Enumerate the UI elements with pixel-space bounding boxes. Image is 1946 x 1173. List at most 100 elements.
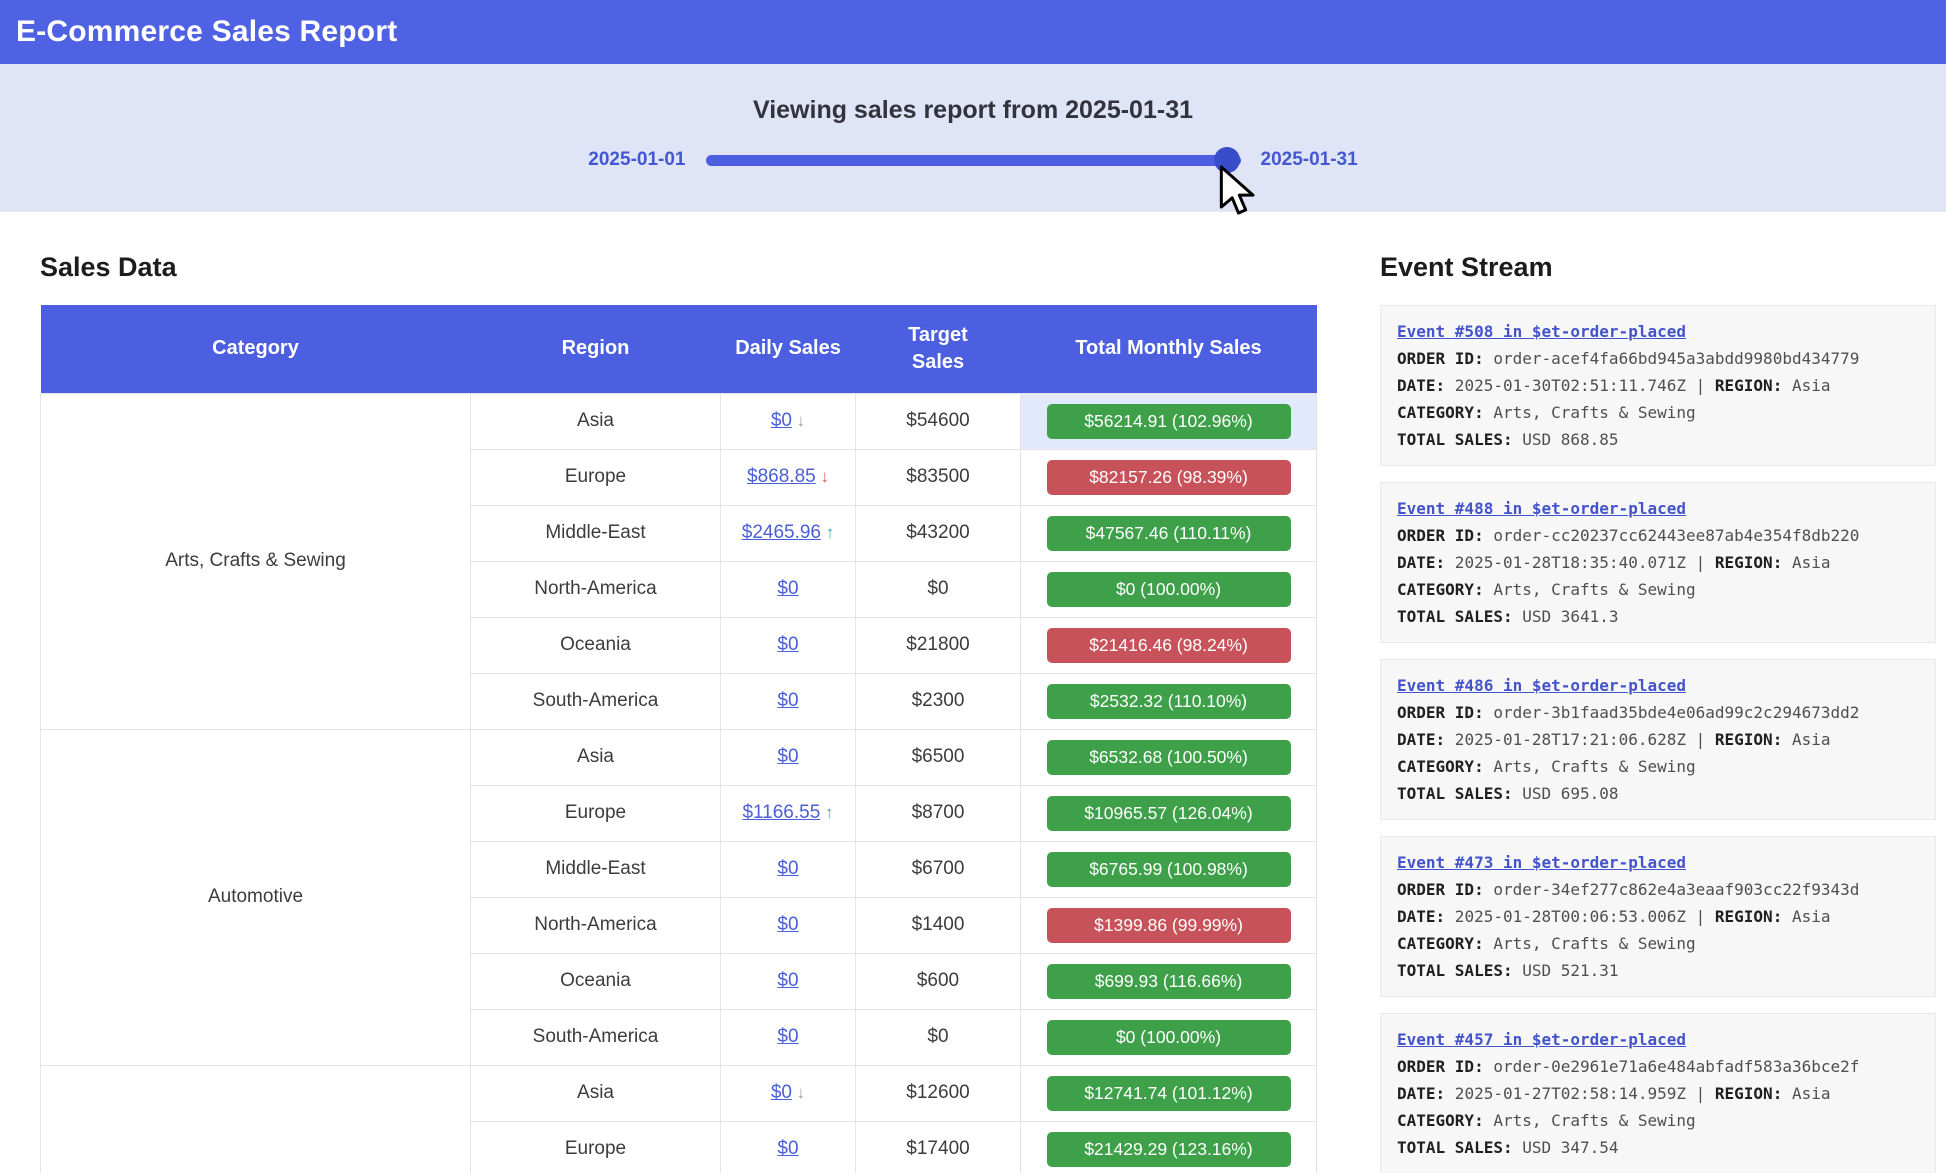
event-field: TOTAL SALES: USD 347.54 [1397,1134,1919,1161]
event-card: Event #488 in $et-order-placedORDER ID: … [1380,482,1936,643]
daily-sales-link[interactable]: $0 [777,970,798,991]
event-field-label: CATEGORY: [1397,1111,1484,1130]
target-sales-cell: $83500 [856,449,1021,505]
app-header: E-Commerce Sales Report [0,0,1946,64]
target-sales-cell: $1400 [856,897,1021,953]
region-cell: Asia [471,729,721,785]
total-monthly-sales-cell: $47567.46 (110.11%) [1021,505,1317,561]
region-cell: South-America [471,1009,721,1065]
event-field-label: ORDER ID: [1397,703,1484,722]
event-field: DATE: 2025-01-27T02:58:14.959Z | REGION:… [1397,1080,1919,1107]
total-monthly-sales-cell: $0 (100.00%) [1021,561,1317,617]
trend-up-icon: ↑ [821,523,834,542]
total-monthly-sales-cell: $21416.46 (98.24%) [1021,617,1317,673]
trend-down-icon: ↓ [792,1083,805,1102]
date-slider[interactable] [706,155,1241,166]
daily-sales-link[interactable]: $0 [777,634,798,655]
daily-sales-link[interactable]: $0 [777,1138,798,1159]
table-row: Arts, Crafts & SewingAsia$0 ↓$54600$5621… [41,393,1317,449]
daily-sales-link[interactable]: $868.85 [747,466,816,487]
event-field-label: CATEGORY: [1397,934,1484,953]
event-link[interactable]: Event #508 in $et-order-placed [1397,318,1919,345]
daily-sales-link[interactable]: $0 [777,578,798,599]
daily-sales-link[interactable]: $0 [777,690,798,711]
daily-sales-link[interactable]: $0 [777,914,798,935]
event-field-label: DATE: [1397,376,1445,395]
target-sales-cell: $600 [856,953,1021,1009]
daily-sales-cell: $0 [721,617,856,673]
event-field-label: TOTAL SALES: [1397,784,1513,803]
event-field: CATEGORY: Arts, Crafts & Sewing [1397,399,1919,426]
monthly-sales-badge: $12741.74 (101.12%) [1047,1076,1291,1111]
event-field: CATEGORY: Arts, Crafts & Sewing [1397,576,1919,603]
category-cell: Arts, Crafts & Sewing [41,393,471,729]
daily-sales-cell: $0 [721,1009,856,1065]
event-link[interactable]: Event #473 in $et-order-placed [1397,849,1919,876]
slider-min-label: 2025-01-01 [588,149,685,171]
total-monthly-sales-cell: $6765.99 (100.98%) [1021,841,1317,897]
table-header-row: Category Region Daily Sales Target Sales… [41,305,1317,393]
daily-sales-link[interactable]: $0 [777,858,798,879]
event-field: ORDER ID: order-34ef277c862e4a3eaaf903cc… [1397,876,1919,903]
daily-sales-cell: $0 [721,897,856,953]
monthly-sales-badge: $56214.91 (102.96%) [1047,404,1291,439]
col-header-category: Category [41,305,471,393]
event-field-label: TOTAL SALES: [1397,607,1513,626]
target-sales-cell: $21800 [856,617,1021,673]
col-header-daily-sales: Daily Sales [721,305,856,393]
daily-sales-cell: $0 [721,729,856,785]
sales-heading: Sales Data [40,252,1316,283]
daily-sales-cell: $0 [721,841,856,897]
event-field: TOTAL SALES: USD 868.85 [1397,426,1919,453]
daily-sales-cell: $868.85 ↓ [721,449,856,505]
monthly-sales-badge: $10965.57 (126.04%) [1047,796,1291,831]
region-cell: Europe [471,785,721,841]
region-cell: South-America [471,673,721,729]
target-sales-cell: $17400 [856,1121,1021,1173]
events-heading: Event Stream [1380,252,1936,283]
daily-sales-cell: $0 [721,673,856,729]
daily-sales-link[interactable]: $0 [771,410,792,431]
event-field: DATE: 2025-01-28T17:21:06.628Z | REGION:… [1397,726,1919,753]
daily-sales-cell: $0 ↓ [721,393,856,449]
region-cell: Asia [471,393,721,449]
event-field: TOTAL SALES: USD 521.31 [1397,957,1919,984]
monthly-sales-badge: $0 (100.00%) [1047,1020,1291,1055]
monthly-sales-badge: $1399.86 (99.99%) [1047,908,1291,943]
event-link[interactable]: Event #457 in $et-order-placed [1397,1026,1919,1053]
target-sales-cell: $6700 [856,841,1021,897]
target-sales-cell: $0 [856,561,1021,617]
region-cell: Middle-East [471,505,721,561]
event-list: Event #508 in $et-order-placed ORDER ID: … [1380,305,1936,1173]
daily-sales-link[interactable]: $2465.96 [742,522,821,543]
daily-sales-link[interactable]: $0 [771,1082,792,1103]
daily-sales-link[interactable]: $0 [777,1026,798,1047]
event-link[interactable]: Event #486 in $et-order-placed [1397,672,1919,699]
table-row: AutomotiveAsia$0$6500$6532.68 (100.50%) [41,729,1317,785]
category-cell [41,1065,471,1173]
daily-sales-link[interactable]: $1166.55 [742,802,820,823]
event-field: DATE: 2025-01-28T18:35:40.071Z | REGION:… [1397,549,1919,576]
event-field: ORDER ID: order-3b1faad35bde4e06ad99c2c2… [1397,699,1919,726]
monthly-sales-badge: $699.93 (116.66%) [1047,964,1291,999]
event-field: TOTAL SALES: USD 3641.3 [1397,603,1919,630]
main-content: Sales Data Category Region Daily Sales T… [0,212,1946,1173]
monthly-sales-badge: $47567.46 (110.11%) [1047,516,1291,551]
col-header-target-sales: Target Sales [856,305,1021,393]
event-field-label: ORDER ID: [1397,349,1484,368]
event-field: TOTAL SALES: USD 695.08 [1397,780,1919,807]
daily-sales-cell: $0 ↓ [721,1065,856,1121]
event-field-label: CATEGORY: [1397,757,1484,776]
daily-sales-link[interactable]: $0 [777,746,798,767]
sales-table: Category Region Daily Sales Target Sales… [40,305,1317,1173]
region-cell: North-America [471,897,721,953]
region-cell: Middle-East [471,841,721,897]
event-field-label: CATEGORY: [1397,403,1484,422]
target-sales-cell: $54600 [856,393,1021,449]
col-header-total-monthly-sales: Total Monthly Sales [1021,305,1317,393]
event-field-label: DATE: [1397,907,1445,926]
region-cell: Europe [471,1121,721,1173]
event-card: Event #486 in $et-order-placedORDER ID: … [1380,659,1936,820]
event-link[interactable]: Event #488 in $et-order-placed [1397,495,1919,522]
monthly-sales-badge: $21429.29 (123.16%) [1047,1132,1291,1167]
